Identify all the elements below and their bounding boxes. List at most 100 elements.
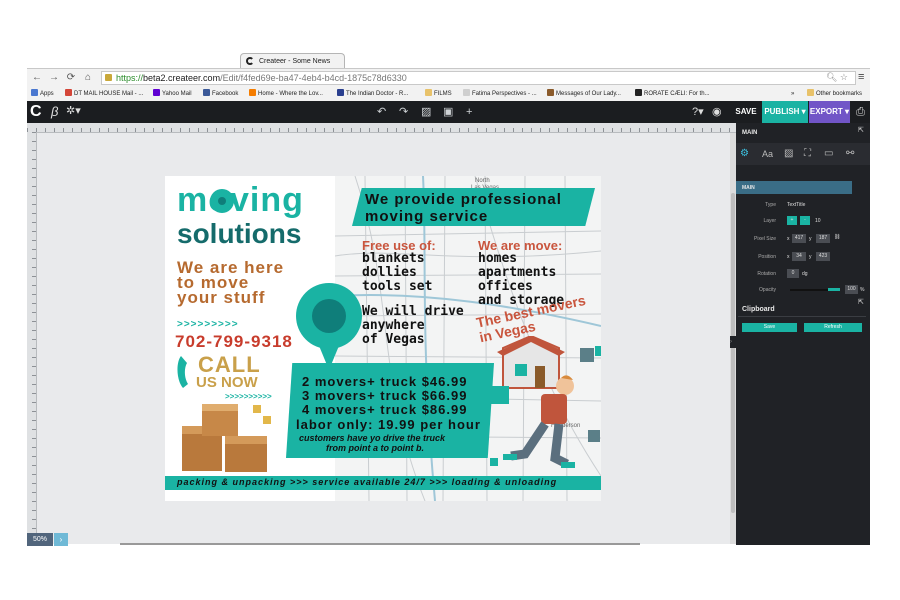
position-label: Position [758,254,776,260]
back-icon[interactable]: ← [31,71,43,85]
position-x-input[interactable]: 34 [792,252,806,261]
bookmark-star-icon[interactable]: 🔍︎ ☆ [826,72,848,83]
free-item: tools set [362,279,433,294]
opacity-unit: % [860,287,865,293]
add-icon[interactable]: + [466,105,472,119]
bookmarks-overflow[interactable]: » [791,89,794,99]
type-value: TextTitle [787,202,806,208]
bookmark-messages-our-lady[interactable]: Messages of Our Lady... [547,89,621,99]
banner-line1: We provide professional [365,191,562,208]
map-pin-icon [210,189,234,213]
mover-carrying-house-illustration [497,336,575,469]
layer-up-button[interactable]: + [787,216,797,225]
bookmark-films[interactable]: FILMS [425,89,452,99]
pixel-size-y-input[interactable]: 187 [816,234,830,243]
bookmark-dt-mail[interactable]: DT MAIL HOUSE Mail - ... [65,89,143,99]
tab-comment-icon[interactable]: ▭ [824,148,833,160]
flyer-artboard[interactable]: North Las Vegas Henderson moving solutio… [165,176,601,501]
pattern-icon[interactable]: ▨ [421,105,431,119]
position-x-prefix: x [787,254,790,260]
print-icon[interactable]: ⎙ [851,101,870,123]
blog-icon [635,89,642,96]
forward-icon[interactable]: → [48,71,60,85]
pin-clipboard-icon[interactable]: ⇱ [858,298,864,306]
rotation-input[interactable]: 0 [787,269,799,278]
undo-icon[interactable]: ↶ [377,105,386,119]
bookmark-apps[interactable]: Apps [31,89,54,99]
apps-icon [31,89,38,96]
beta-badge: β [51,104,59,119]
pixel-size-label: Pixel Size [754,236,776,242]
home-icon[interactable]: ⌂ [82,71,94,85]
price-line: 3 movers+ truck $66.99 [302,388,468,403]
zoom-level[interactable]: 50% [27,533,53,546]
zoom-chevron-icon[interactable]: › [54,533,68,546]
services-text: packing & unpacking >>> service availabl… [177,477,558,487]
tab-crop-icon[interactable]: ⛶ [804,148,811,160]
tab-link-icon[interactable]: ⚯ [846,148,854,160]
divider [738,316,866,317]
tab-settings-gear-icon[interactable]: ⚙ [740,148,749,160]
magic-wand-icon[interactable]: ✲▾ [66,104,81,117]
pixel-size-x-prefix: x [787,236,790,242]
redo-icon[interactable]: ↷ [399,105,408,119]
tab-text-icon[interactable]: Aa [762,148,773,160]
layer-down-button[interactable]: - [800,216,810,225]
help-menu-button[interactable]: ?▾ [692,105,704,118]
lock-icon [105,74,112,81]
free-item: blankets [362,251,425,266]
opacity-slider-handle[interactable] [828,288,840,291]
save-button[interactable]: SAVE [732,101,760,123]
gmail-icon [65,89,72,96]
image-icon[interactable]: ▣ [443,105,453,119]
decor-square [595,346,601,356]
position-y-input[interactable]: 423 [816,252,830,261]
tagline-line3: your stuff [177,288,266,307]
pin-panel-icon[interactable]: ⇱ [858,126,864,134]
bookmark-rorate-caeli[interactable]: RORATE CÆLI: For th... [635,89,710,99]
browser-tab[interactable]: Createer - Some News [240,53,345,68]
export-button[interactable]: EXPORT ▾ [809,101,850,123]
opacity-label: Opacity [759,287,776,293]
clipboard-save-button[interactable]: Save [742,323,797,332]
panel-collapse-icon[interactable]: › [730,336,736,348]
bookmark-yahoo-mail[interactable]: Yahoo Mail [153,89,192,99]
cardboard-boxes-illustration [182,404,271,472]
drive-line: We will drive [362,304,464,319]
reload-icon[interactable]: ⟳ [65,71,77,85]
truck-note-line1: customers have yo drive the truck [299,433,446,443]
chrome-menu-icon[interactable]: ≡ [858,71,864,83]
preview-eye-icon[interactable]: ◉ [712,105,722,118]
bookmark-where-the-love[interactable]: Home - Where the Lov... [249,89,323,99]
move-item: homes [478,251,518,266]
horizontal-scrollbar[interactable] [120,543,640,545]
bookmark-indian-doctor[interactable]: The Indian Doctor - R... [337,89,408,99]
lock-ratio-icon[interactable]: ⛓ [834,234,840,240]
layer-label: Layer [763,218,776,224]
publish-button[interactable]: PUBLISH ▾ [762,101,808,123]
url-host: beta2.createer.com [143,73,221,83]
decor-square [588,430,600,442]
pixel-size-y-prefix: y [809,236,812,242]
layer-value: 10 [815,218,821,224]
url-input[interactable]: https://beta2.createer.com/Edit/f4fed69e… [101,71,856,85]
bookmark-fatima-perspectives[interactable]: Fatima Perspectives - ... [463,89,537,99]
pixel-size-x-input[interactable]: 417 [792,234,806,243]
createer-logo[interactable]: C [30,103,46,121]
position-y-prefix: y [809,254,812,260]
drive-line: of Vegas [362,332,425,347]
move-item: offices [478,279,533,294]
tab-pattern-icon[interactable]: ▨ [784,148,793,160]
other-bookmarks[interactable]: Other bookmarks [807,89,862,99]
facebook-icon [203,89,210,96]
type-label: Type [765,202,776,208]
rotation-unit: dg [802,271,808,277]
drive-line: anywhere [362,318,425,333]
bookmark-facebook[interactable]: Facebook [203,89,238,99]
map-label-north: North [475,178,490,184]
opacity-input[interactable]: 100 [845,285,858,294]
tab-title: Createer - Some News [259,58,331,65]
clipboard-refresh-button[interactable]: Refresh [804,323,862,332]
vertical-ruler [27,132,37,545]
scrollbar-thumb[interactable] [731,193,735,513]
